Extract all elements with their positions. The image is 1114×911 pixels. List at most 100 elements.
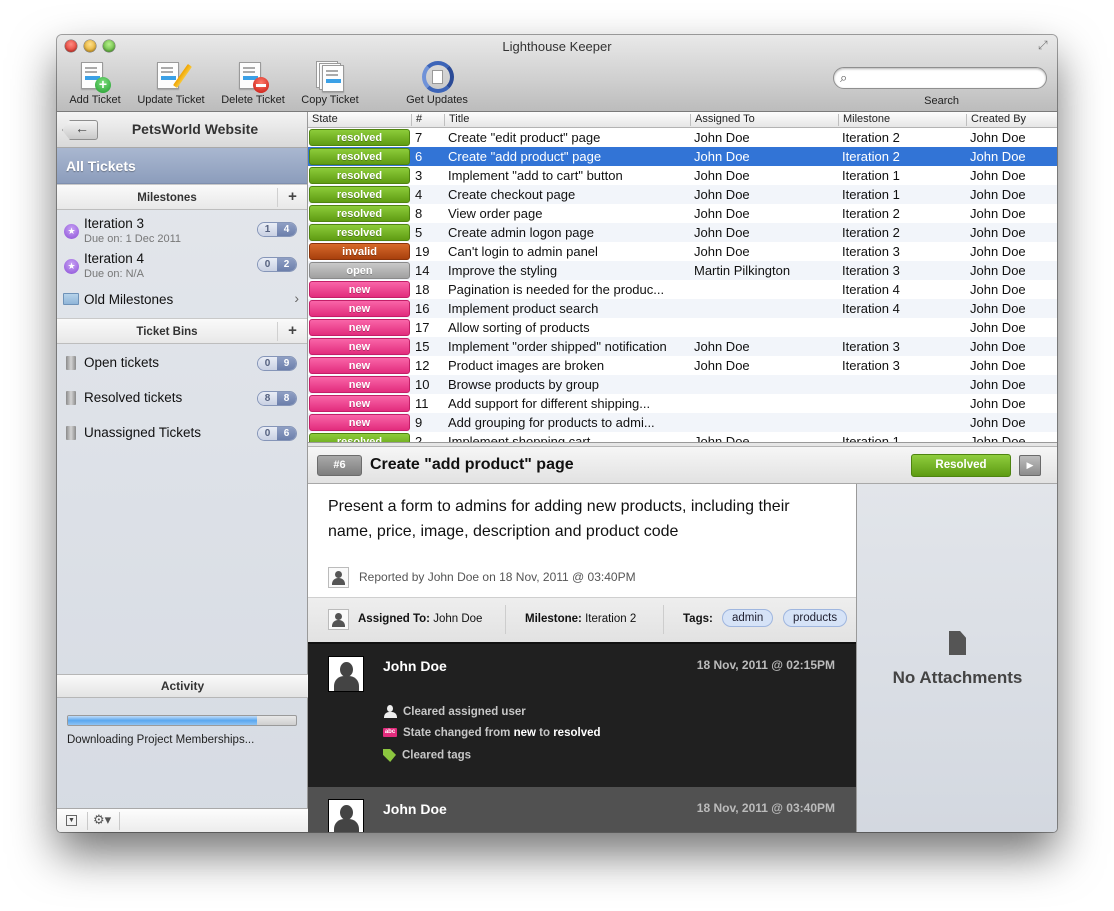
ticket-number: 11: [415, 396, 429, 411]
sidebar-item-open-tickets[interactable]: Open tickets 0 9: [57, 346, 307, 381]
tag-pill[interactable]: admin: [722, 609, 774, 627]
column-header-number[interactable]: #: [416, 113, 422, 125]
assigned-to-cell: John Doe: [694, 168, 750, 183]
table-row[interactable]: open 14 Improve the styling Martin Pilkingt…: [308, 261, 1057, 280]
table-row[interactable]: new 12 Product images are broken John Doe It…: [308, 356, 1057, 375]
milestone-cell: Iteration 3: [842, 244, 900, 259]
table-row[interactable]: new 16 Implement product search Iteration 4…: [308, 299, 1057, 318]
ticket-number: 18: [415, 282, 430, 297]
state-badge: resolved: [309, 129, 410, 146]
feed-item: John Doe 18 Nov, 2011 @ 02:15PM Cleared …: [308, 642, 856, 787]
state-abc-icon: abc: [383, 728, 397, 738]
delete-ticket-button[interactable]: Delete Ticket: [217, 61, 289, 106]
ticket-state-button[interactable]: Resolved: [911, 454, 1011, 477]
ticket-title-cell: Add support for different shipping...: [448, 396, 651, 411]
ticket-title-cell: Create admin logon page: [448, 225, 594, 240]
table-row[interactable]: invalid 19 Can't login to admin panel John …: [308, 242, 1057, 261]
created-by-cell: John Doe: [970, 301, 1026, 316]
ticket-number: 14: [415, 263, 430, 278]
progress-fill: [68, 716, 258, 725]
feed-author: John Doe: [383, 801, 447, 817]
created-by-cell: John Doe: [970, 282, 1026, 297]
table-row[interactable]: new 10 Browse products by group John Doe: [308, 375, 1057, 394]
table-row[interactable]: resolved 5 Create admin logon page John Doe…: [308, 223, 1057, 242]
sidebar-item-all-tickets[interactable]: All Tickets: [57, 148, 307, 184]
column-divider[interactable]: [966, 114, 967, 126]
description-text: Present a form to admins for adding new …: [328, 498, 790, 540]
add-milestone-button[interactable]: +: [277, 188, 307, 207]
add-ticket-bin-button[interactable]: +: [277, 322, 307, 341]
ticket-title-cell: View order page: [448, 206, 543, 221]
copy-ticket-icon: [314, 61, 346, 93]
created-by-cell: John Doe: [970, 320, 1026, 335]
divider: [663, 605, 664, 634]
bin-name: Resolved tickets: [84, 390, 183, 405]
window-title: Lighthouse Keeper: [502, 39, 612, 54]
created-by-cell: John Doe: [970, 396, 1026, 411]
get-updates-button[interactable]: Get Updates: [403, 61, 471, 106]
assigned-to-cell: John Doe: [694, 339, 750, 354]
ticket-title-cell: Implement product search: [448, 301, 599, 316]
table-row[interactable]: resolved 8 View order page John Doe Iteratio…: [308, 204, 1057, 223]
search-input[interactable]: [856, 70, 1036, 86]
bin-count-badge: 8 8: [257, 391, 297, 406]
column-divider[interactable]: [444, 114, 445, 126]
ticket-number: 15: [415, 339, 430, 354]
table-row[interactable]: new 17 Allow sorting of products John Doe: [308, 318, 1057, 337]
sidebar-item-resolved-tickets[interactable]: Resolved tickets 8 8: [57, 381, 307, 416]
search-field[interactable]: ⌕: [833, 67, 1047, 89]
column-header-title[interactable]: Title: [449, 113, 469, 125]
table-row[interactable]: resolved 3 Implement "add to cart" button J…: [308, 166, 1057, 185]
gear-menu-button[interactable]: ⚙▾: [93, 812, 111, 828]
milestone[interactable]: Milestone: Iteration 2: [525, 613, 636, 625]
change-text: Cleared tags: [402, 749, 472, 762]
table-row[interactable]: resolved 2 Implement shopping cart John Doe…: [308, 432, 1057, 442]
ticket-table: State # Title Assigned To Milestone Crea…: [308, 112, 1057, 442]
sidebar-item-old-milestones[interactable]: Old Milestones ›: [57, 284, 307, 318]
back-button[interactable]: [62, 120, 98, 140]
ticket-bins-section-header: Ticket Bins +: [57, 318, 307, 344]
update-ticket-button[interactable]: Update Ticket: [132, 61, 210, 106]
column-header-assigned-to[interactable]: Assigned To: [695, 113, 755, 125]
table-row[interactable]: new 11 Add support for different shipping.…: [308, 394, 1057, 413]
assigned-to-cell: John Doe: [694, 149, 750, 164]
change-state: abc State changed from new to resolved: [383, 727, 601, 739]
bin-icon: [66, 356, 76, 370]
add-ticket-button[interactable]: + Add Ticket: [65, 61, 125, 106]
column-header-milestone[interactable]: Milestone: [843, 113, 890, 125]
change-text: to: [539, 727, 550, 739]
ticket-title-cell: Implement "add to cart" button: [448, 168, 623, 183]
document-icon: [949, 631, 966, 655]
search-label: Search: [924, 95, 959, 107]
sidebar-item-milestone[interactable]: ★ Iteration 3 Due on: 1 Dec 2011 1 4: [57, 214, 307, 249]
table-row[interactable]: new 15 Implement "order shipped" notificat…: [308, 337, 1057, 356]
sidebar-item-unassigned-tickets[interactable]: Unassigned Tickets 0 6: [57, 416, 307, 451]
assigned-to-cell: John Doe: [694, 187, 750, 202]
column-divider[interactable]: [411, 114, 412, 126]
tag-icon: [383, 749, 396, 762]
column-header-created-by[interactable]: Created By: [971, 113, 1026, 125]
milestone-due: Due on: 1 Dec 2011: [84, 233, 182, 245]
table-row[interactable]: resolved 6 Create "add product" page John D…: [308, 147, 1057, 166]
table-row[interactable]: resolved 7 Create "edit product" page John …: [308, 128, 1057, 147]
table-row[interactable]: new 9 Add grouping for products to admi...…: [308, 413, 1057, 432]
toggle-attachments-panel-button[interactable]: ▶: [1019, 455, 1041, 476]
sidebar-item-milestone[interactable]: ★ Iteration 4 Due on: N/A 0 2: [57, 249, 307, 284]
fullscreen-icon[interactable]: ⤢: [1038, 38, 1052, 52]
milestones-header-label: Milestones: [137, 192, 197, 204]
ticket-title-cell: Allow sorting of products: [448, 320, 590, 335]
tag-pill[interactable]: products: [783, 609, 848, 627]
column-header-state[interactable]: State: [312, 113, 338, 125]
copy-ticket-button[interactable]: Copy Ticket: [297, 61, 363, 106]
assignee-avatar: [328, 609, 349, 630]
column-divider[interactable]: [838, 114, 839, 126]
state-badge: new: [309, 300, 410, 317]
column-divider[interactable]: [690, 114, 691, 126]
milestone-cell: Iteration 2: [842, 225, 900, 240]
ticket-number: 10: [415, 377, 430, 392]
milestone-cell: Iteration 1: [842, 187, 900, 202]
collapse-activity-button[interactable]: ▼: [66, 815, 77, 826]
table-row[interactable]: resolved 4 Create checkout page John Doe Ite…: [308, 185, 1057, 204]
table-row[interactable]: new 18 Pagination is needed for the produc…: [308, 280, 1057, 299]
assigned-to[interactable]: Assigned To: John Doe: [358, 613, 482, 625]
